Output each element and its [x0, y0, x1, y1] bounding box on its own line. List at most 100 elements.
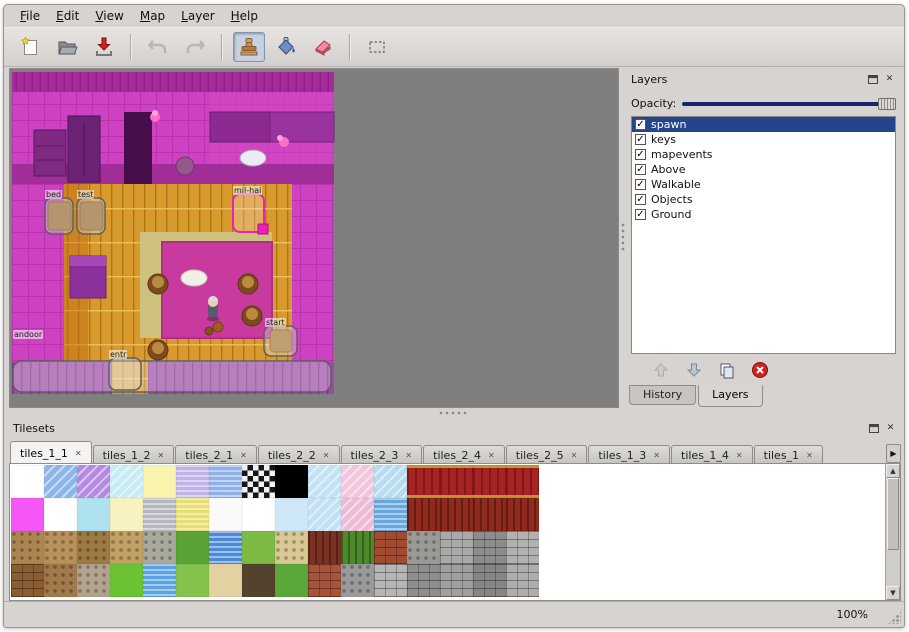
tileset-tile[interactable] [44, 531, 77, 564]
close-panel-icon[interactable]: ✕ [883, 73, 896, 86]
tileset-tab-tiles_1_1[interactable]: tiles_1_1✕ [10, 441, 92, 464]
tileset-tile[interactable] [440, 531, 473, 564]
fill-tool-button[interactable] [270, 32, 302, 62]
menu-file[interactable]: File [12, 6, 48, 26]
tileset-tile[interactable] [374, 465, 407, 498]
close-tab-icon[interactable]: ✕ [75, 449, 82, 458]
layer-visibility-checkbox[interactable]: ✓ [635, 149, 646, 160]
tileset-tile[interactable] [407, 498, 440, 531]
tileset-tile[interactable] [209, 564, 242, 597]
tileset-tile[interactable] [77, 564, 110, 597]
tileset-tile[interactable] [341, 465, 374, 498]
tileset-tab-tiles_1_2[interactable]: tiles_1_2✕ [93, 445, 175, 464]
tileset-scrollbar[interactable]: ▲ ▼ [885, 464, 900, 600]
map-canvas[interactable] [10, 69, 618, 407]
float-panel-icon[interactable] [866, 73, 879, 86]
menu-edit[interactable]: Edit [48, 6, 87, 26]
layer-row-mapevents[interactable]: ✓mapevents [632, 147, 895, 162]
tileset-tile[interactable] [275, 498, 308, 531]
tileset-tab-tiles_2_5[interactable]: tiles_2_5✕ [506, 445, 588, 464]
resize-grip[interactable] [888, 611, 901, 624]
menu-map[interactable]: Map [132, 6, 173, 26]
delete-layer-button[interactable] [748, 359, 772, 381]
tileset-tile[interactable] [176, 531, 209, 564]
tileset-tile[interactable] [473, 564, 506, 597]
tileset-tab-tiles_1_4[interactable]: tiles_1_4✕ [671, 445, 753, 464]
undo-button[interactable] [142, 32, 174, 62]
layer-row-keys[interactable]: ✓keys [632, 132, 895, 147]
tileset-tile[interactable] [176, 564, 209, 597]
tileset-tile[interactable] [44, 498, 77, 531]
tileset-tile[interactable] [407, 531, 440, 564]
tileset-tile[interactable] [275, 465, 308, 498]
horizontal-splitter[interactable] [9, 408, 899, 417]
tileset-tile[interactable] [143, 498, 176, 531]
tileset-tile[interactable] [44, 465, 77, 498]
tileset-tile[interactable] [44, 564, 77, 597]
vertical-splitter[interactable] [619, 68, 627, 408]
layer-row-Above[interactable]: ✓Above [632, 162, 895, 177]
tileset-tile[interactable] [77, 531, 110, 564]
tileset-tile[interactable] [110, 465, 143, 498]
tileset-tile[interactable] [440, 564, 473, 597]
menu-layer[interactable]: Layer [173, 6, 222, 26]
close-tab-icon[interactable]: ✕ [240, 451, 247, 460]
tileset-tile[interactable] [308, 465, 341, 498]
float-panel-icon[interactable] [867, 422, 880, 435]
open-map-button[interactable] [51, 32, 83, 62]
tileset-tile[interactable] [209, 465, 242, 498]
tileset-tile[interactable] [341, 531, 374, 564]
tileset-tile[interactable] [473, 498, 506, 531]
scroll-tabs-right-button[interactable]: ▶ [886, 444, 901, 463]
tileset-tab-tiles_2_3[interactable]: tiles_2_3✕ [341, 445, 423, 464]
tileset-tab-tiles_2_1[interactable]: tiles_2_1✕ [175, 445, 257, 464]
tileset-tile[interactable] [341, 498, 374, 531]
menu-help[interactable]: Help [223, 6, 266, 26]
tileset-tile[interactable] [440, 498, 473, 531]
duplicate-layer-button[interactable] [715, 359, 739, 381]
tileset-tile[interactable] [143, 531, 176, 564]
tileset-tile[interactable] [506, 465, 539, 498]
tileset-tile[interactable] [11, 498, 44, 531]
opacity-slider[interactable] [682, 96, 896, 111]
tab-history[interactable]: History [629, 385, 696, 405]
scrollbar-thumb[interactable] [887, 478, 899, 550]
tileset-tile[interactable] [308, 498, 341, 531]
redo-button[interactable] [179, 32, 211, 62]
tileset-tile[interactable] [374, 564, 407, 597]
close-tab-icon[interactable]: ✕ [653, 451, 660, 460]
layer-visibility-checkbox[interactable]: ✓ [635, 119, 646, 130]
stamp-tool-button[interactable] [233, 32, 265, 62]
new-map-button[interactable] [14, 32, 46, 62]
layer-row-Ground[interactable]: ✓Ground [632, 207, 895, 222]
close-tab-icon[interactable]: ✕ [571, 451, 578, 460]
tileset-tab-tiles_1_3[interactable]: tiles_1_3✕ [588, 445, 670, 464]
tileset-tile[interactable] [440, 465, 473, 498]
close-panel-icon[interactable]: ✕ [884, 422, 897, 435]
menu-view[interactable]: View [87, 6, 131, 26]
tileset-tile[interactable] [209, 498, 242, 531]
tileset-tile[interactable] [506, 531, 539, 564]
select-tool-button[interactable] [361, 32, 393, 62]
tileset-tile[interactable] [176, 465, 209, 498]
tileset-tile[interactable] [77, 465, 110, 498]
tileset-tile[interactable] [407, 465, 440, 498]
tileset-tab-tiles_1[interactable]: tiles_1✕ [754, 445, 823, 464]
tileset-tile[interactable] [77, 498, 110, 531]
layer-row-spawn[interactable]: ✓spawn [632, 117, 895, 132]
close-tab-icon[interactable]: ✕ [323, 451, 330, 460]
tileset-tab-tiles_2_2[interactable]: tiles_2_2✕ [258, 445, 340, 464]
layer-visibility-checkbox[interactable]: ✓ [635, 194, 646, 205]
layer-visibility-checkbox[interactable]: ✓ [635, 164, 646, 175]
tileset-tile[interactable] [11, 531, 44, 564]
tileset-tile[interactable] [374, 498, 407, 531]
layer-visibility-checkbox[interactable]: ✓ [635, 209, 646, 220]
tileset-tile[interactable] [506, 564, 539, 597]
tileset-tile[interactable] [308, 531, 341, 564]
layer-visibility-checkbox[interactable]: ✓ [635, 134, 646, 145]
tileset-tile[interactable] [11, 564, 44, 597]
tileset-tile[interactable] [143, 465, 176, 498]
tileset-tile[interactable] [242, 465, 275, 498]
eraser-tool-button[interactable] [307, 32, 339, 62]
tileset-tile[interactable] [11, 465, 44, 498]
